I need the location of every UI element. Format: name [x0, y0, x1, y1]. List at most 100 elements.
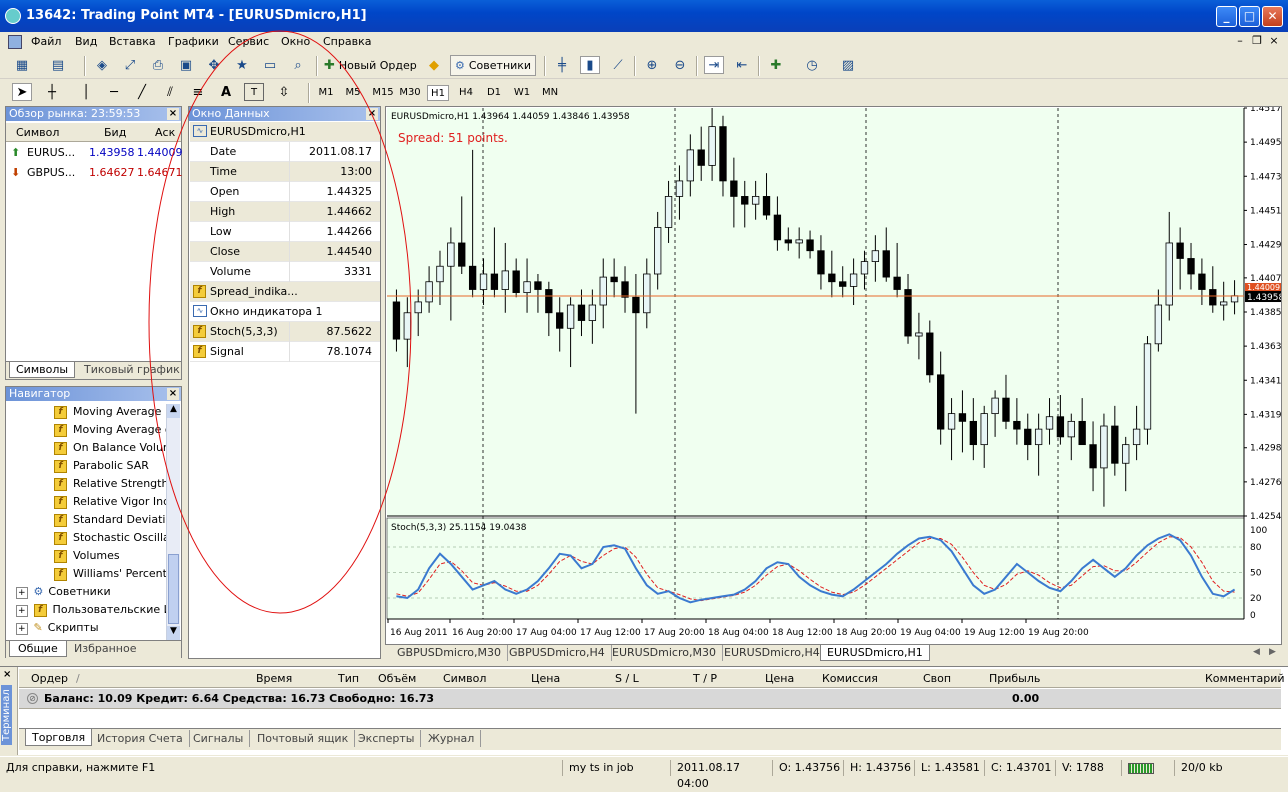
data-window-icon[interactable]: ⤢ [120, 56, 140, 74]
mdi-minimize-button[interactable]: – [1233, 34, 1247, 47]
col-symbol[interactable]: Символ [443, 672, 486, 685]
print-icon[interactable]: ⎙ [148, 56, 168, 74]
col-time[interactable]: Время [256, 672, 292, 685]
scroll-thumb[interactable] [168, 554, 179, 624]
chart-tab[interactable]: EURUSDmicro,M30 [606, 645, 723, 661]
tf-w1[interactable]: W1 [511, 85, 533, 101]
indicators-icon[interactable]: ✚ [766, 56, 786, 74]
menu-window[interactable]: Окно [278, 34, 313, 49]
col-price[interactable]: Цена [531, 672, 560, 685]
tab-history[interactable]: История Счета [91, 730, 190, 747]
menu-insert[interactable]: Вставка [106, 34, 159, 49]
mdi-close-button[interactable]: × [1267, 34, 1281, 47]
scroll-up-icon[interactable]: ▲ [167, 404, 180, 418]
menu-help[interactable]: Справка [320, 34, 374, 49]
navigator-close-icon[interactable]: × [167, 388, 179, 400]
crosshair-icon[interactable]: ┼ [42, 83, 62, 101]
col-ask[interactable]: Аск [155, 126, 175, 139]
arrows-icon[interactable]: ⇳ [274, 83, 294, 101]
menu-view[interactable]: Вид [72, 34, 100, 49]
tree-item-indicator[interactable]: f Parabolic SAR [54, 457, 149, 475]
col-profit[interactable]: Прибыль [989, 672, 1040, 685]
col-volume[interactable]: Объём [378, 672, 416, 685]
col-swap[interactable]: Своп [923, 672, 951, 685]
zoom-in-icon[interactable]: ⊕ [642, 56, 662, 74]
terminal-icon[interactable]: ▣ [176, 56, 196, 74]
tab-signals[interactable]: Сигналы [187, 730, 251, 747]
channel-icon[interactable]: ⫽ [160, 83, 180, 101]
col-bid[interactable]: Бид [104, 126, 126, 139]
navigator-scrollbar[interactable]: ▲ ▼ [166, 404, 180, 640]
menu-file[interactable]: Файл [28, 34, 64, 49]
cursor-icon[interactable]: ➤ [12, 83, 32, 101]
market-watch-close-icon[interactable]: × [167, 108, 179, 120]
tab-tick-chart[interactable]: Тиковый график [84, 363, 180, 376]
tree-item-indicator[interactable]: f Volumes [54, 547, 120, 565]
zoom-out-icon[interactable]: ⊖ [670, 56, 690, 74]
experts-button[interactable]: ⚙ Советники [450, 55, 536, 76]
col-symbol[interactable]: Символ [16, 126, 59, 139]
expand-icon[interactable]: + [16, 587, 28, 599]
tf-m15[interactable]: M15 [370, 85, 396, 101]
vertical-line-icon[interactable]: │ [76, 83, 96, 101]
chart-tab[interactable]: GBPUSDmicro,M30 [391, 645, 509, 661]
line-chart-icon[interactable]: ⟋ [608, 56, 628, 74]
tf-m5[interactable]: M5 [342, 85, 364, 101]
tf-h1[interactable]: H1 [427, 85, 449, 101]
tab-journal[interactable]: Журнал [422, 730, 482, 747]
tf-mn[interactable]: MN [539, 85, 561, 101]
mdi-restore-button[interactable]: ❐ [1250, 34, 1264, 47]
col-type[interactable]: Тип [338, 672, 359, 685]
tf-d1[interactable]: D1 [483, 85, 505, 101]
trendline-icon[interactable]: ╱ [132, 83, 152, 101]
tab-experts[interactable]: Эксперты [352, 730, 422, 747]
tab-common[interactable]: Общие [9, 641, 67, 657]
tf-m30[interactable]: M30 [397, 85, 423, 101]
tab-scroll-right-icon[interactable]: ▶ [1269, 647, 1276, 657]
autoscroll-icon[interactable]: ⇥ [704, 56, 724, 74]
chart-tab[interactable]: EURUSDmicro,H4 [718, 645, 827, 661]
tf-h4[interactable]: H4 [455, 85, 477, 101]
tab-symbols[interactable]: Символы [9, 362, 76, 378]
status-profile[interactable]: my ts in job [562, 760, 668, 776]
col-price-current[interactable]: Цена [765, 672, 794, 685]
tree-item-indicator[interactable]: fWilliams' Percent R [54, 565, 166, 583]
menu-tools[interactable]: Сервис [225, 34, 272, 49]
tree-item-indicator[interactable]: f Moving Average [54, 403, 161, 421]
tab-trade[interactable]: Торговля [25, 729, 93, 746]
tree-item-indicator[interactable]: f Standard Deviatio [54, 511, 166, 529]
tab-scroll-left-icon[interactable]: ◀ [1253, 647, 1260, 657]
chart-tab-active[interactable]: EURUSDmicro,H1 [820, 645, 930, 661]
tree-item-indicator[interactable]: fRelative Vigor Inde [54, 493, 166, 511]
favorites-icon[interactable]: ★ [232, 56, 252, 74]
horizontal-line-icon[interactable]: ─ [104, 83, 124, 101]
new-chart-icon[interactable]: ▦ [12, 56, 32, 74]
expand-icon[interactable]: + [16, 623, 28, 635]
expand-icon[interactable]: + [16, 605, 28, 617]
data-window-close-icon[interactable]: × [366, 108, 378, 120]
strategy-tester-icon[interactable]: ⌕ [288, 56, 308, 74]
chart-window[interactable]: 1.45170 1.44950 1.44730 1.44510 1.44290 1.440… [385, 106, 1282, 645]
chart-shift-icon[interactable]: ⇤ [732, 56, 752, 74]
label-icon[interactable]: T [244, 83, 264, 101]
maximize-button[interactable]: □ [1239, 6, 1260, 27]
tab-favorites[interactable]: Избранное [74, 642, 136, 655]
col-sl[interactable]: S / L [615, 672, 639, 685]
price-chart[interactable]: 1.45170 1.44950 1.44730 1.44510 1.44290 1.440… [386, 107, 1281, 644]
tree-item-indicator[interactable]: f Stochastic Oscillat [54, 529, 166, 547]
templates-icon[interactable]: ▨ [838, 56, 858, 74]
terminal-close-icon[interactable]: × [3, 669, 11, 680]
chart-tab[interactable]: GBPUSDmicro,H4 [503, 645, 612, 661]
mdi-icon[interactable] [8, 35, 22, 49]
fibonacci-icon[interactable]: ≡ [188, 83, 208, 101]
candlestick-icon[interactable]: ▮ [580, 56, 600, 74]
tree-item-indicator[interactable]: f Moving Average o [54, 421, 166, 439]
periods-icon[interactable]: ◷ [802, 56, 822, 74]
col-comment[interactable]: Комментарий [1205, 672, 1285, 685]
market-row-eurusd[interactable]: ⬆ EURUS... 1.43958 1.44009 [6, 143, 183, 163]
tf-m1[interactable]: M1 [315, 85, 337, 101]
new-order-button[interactable]: ✚ Новый Ордер [324, 55, 420, 76]
tree-folder-experts[interactable]: + ⚙ Советники [16, 583, 111, 601]
alert-icon[interactable]: ◆ [424, 56, 444, 74]
balance-row[interactable]: ⊘ Баланс: 10.09 Кредит: 6.64 Средства: 1… [19, 689, 1281, 709]
